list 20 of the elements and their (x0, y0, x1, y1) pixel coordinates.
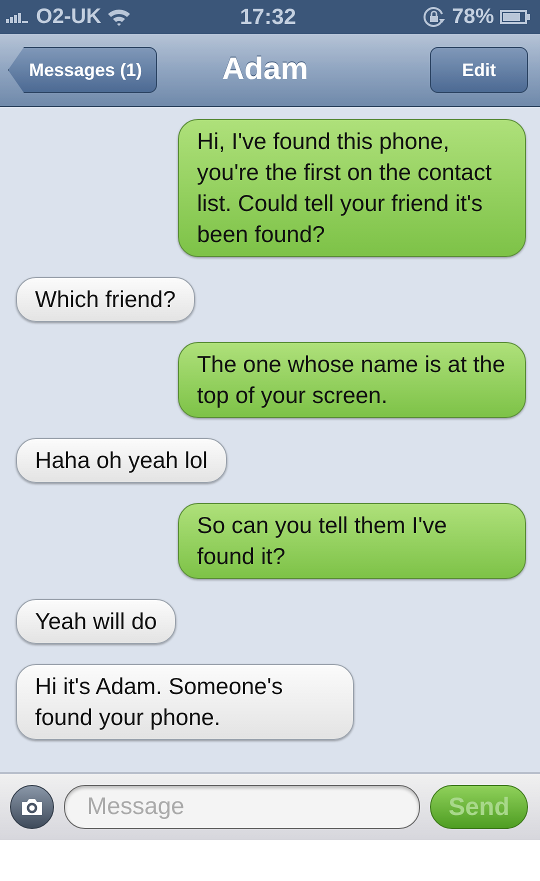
back-button[interactable]: Messages (1) (8, 47, 158, 93)
battery-icon (500, 10, 530, 24)
carrier-name: O2-UK (36, 5, 102, 29)
edit-button[interactable]: Edit (430, 47, 528, 93)
clock-time: 17:32 (240, 4, 296, 30)
sent-message-bubble: So can you tell them I've found it? (178, 503, 526, 579)
sent-message-bubble: The one whose name is at the top of your screen. (178, 342, 526, 418)
camera-icon (21, 798, 43, 816)
camera-button[interactable] (10, 785, 54, 829)
message-field[interactable]: Message (64, 785, 420, 829)
received-message-bubble: Hi it's Adam. Someone's found your phone. (16, 664, 354, 740)
signal-icon (6, 11, 30, 23)
battery-percent: 78% (452, 5, 494, 29)
rotation-lock-icon (422, 5, 446, 29)
received-message-bubble: Which friend? (16, 277, 195, 322)
sent-message-bubble: Hi, I've found this phone, you're the first on the contact list. Could tell your friend it's been found? (178, 119, 526, 257)
received-message-bubble: Haha oh yeah lol (16, 438, 227, 483)
contact-name: Adam (222, 51, 308, 87)
received-message-bubble: Yeah will do (16, 599, 176, 644)
wifi-icon (107, 8, 132, 26)
